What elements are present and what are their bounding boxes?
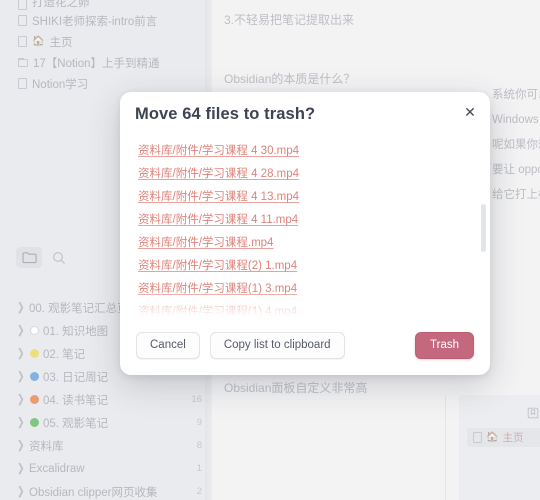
file-link[interactable]: 资料库/附件/学习课程 4 11.mp4 xyxy=(138,209,472,232)
file-link[interactable]: 资料库/附件/学习课程 4 13.mp4 xyxy=(138,186,472,209)
file-list[interactable]: 资料库/附件/学习课程 4 30.mp4 资料库/附件/学习课程 4 28.mp… xyxy=(120,140,490,324)
cancel-button[interactable]: Cancel xyxy=(136,332,200,359)
file-link[interactable]: 资料库/附件/学习课程(1) 3.mp4 xyxy=(138,278,472,301)
copy-list-button[interactable]: Copy list to clipboard xyxy=(209,332,345,359)
move-to-trash-dialog: Move 64 files to trash? ✕ 资料库/附件/学习课程 4 … xyxy=(120,92,490,375)
close-icon[interactable]: ✕ xyxy=(460,102,480,122)
file-link[interactable]: 资料库/附件/学习课程 4 30.mp4 xyxy=(138,140,472,163)
file-link[interactable]: 资料库/附件/学习课程(1) 4.mp4 xyxy=(138,301,472,324)
app-window: 打造花之卵 SHIKI老师探索-intro前言 🏠 主页 17【Notion】上… xyxy=(0,0,540,500)
file-link[interactable]: 资料库/附件/学习课程 4 28.mp4 xyxy=(138,163,472,186)
file-link[interactable]: 资料库/附件/学习课程.mp4 xyxy=(138,232,472,255)
dialog-actions: Cancel Copy list to clipboard Trash xyxy=(120,332,490,359)
file-link[interactable]: 资料库/附件/学习课程(2) 1.mp4 xyxy=(138,255,472,278)
dialog-title: Move 64 files to trash? xyxy=(135,105,316,123)
file-list-scrollbar[interactable] xyxy=(481,204,486,252)
trash-button[interactable]: Trash xyxy=(415,332,474,359)
